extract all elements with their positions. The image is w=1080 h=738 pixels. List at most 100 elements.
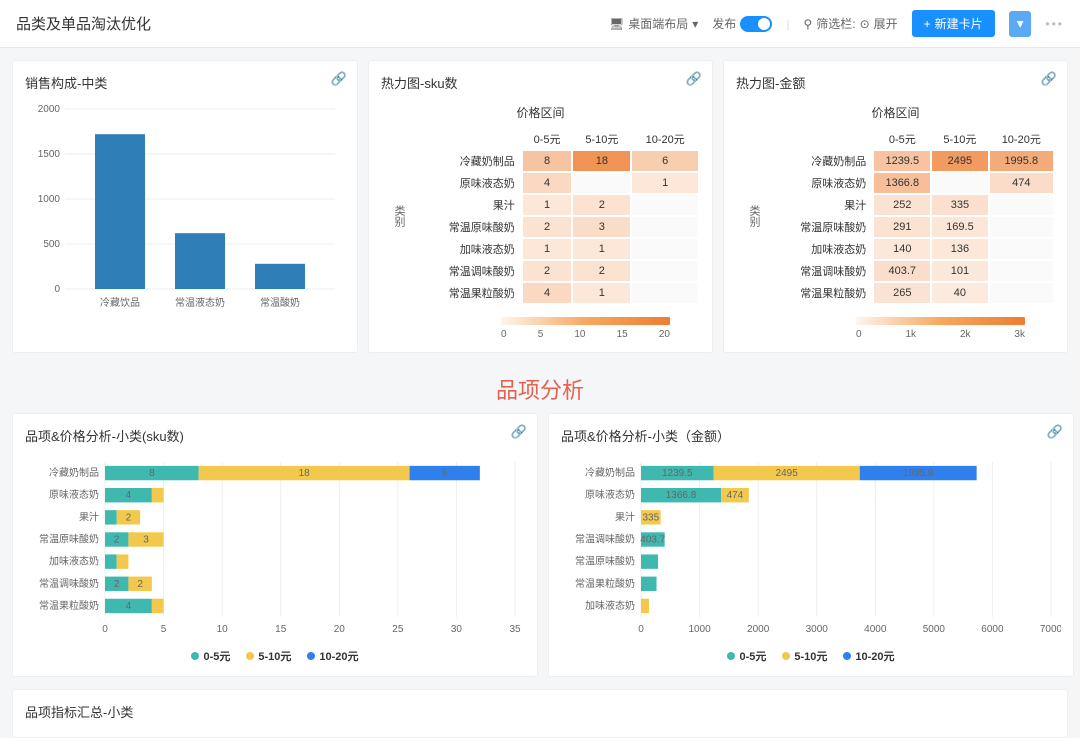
svg-text:冷藏奶制品: 冷藏奶制品 <box>585 466 635 479</box>
section-title: 品项分析 <box>0 365 1080 413</box>
svg-text:常温调味酸奶: 常温调味酸奶 <box>39 577 99 590</box>
chart-legend: 0-5元 5-10元 10-20元 <box>561 648 1061 664</box>
svg-text:1500: 1500 <box>38 149 61 160</box>
svg-text:常温果粒酸奶: 常温果粒酸奶 <box>575 577 635 590</box>
svg-text:474: 474 <box>727 490 744 501</box>
svg-text:10: 10 <box>217 624 229 635</box>
svg-text:2000: 2000 <box>747 624 770 635</box>
heatmap-col-header: 价格区间 <box>381 104 700 121</box>
heatmap-y-label: 类别 <box>391 205 407 227</box>
expand-icon: ⊙ <box>860 17 870 31</box>
color-scale-ticks: 05101520 <box>501 329 670 340</box>
filter-icon: ⚲ <box>803 17 812 31</box>
svg-text:冷藏饮品: 冷藏饮品 <box>100 296 140 309</box>
svg-text:1366.8: 1366.8 <box>666 490 697 501</box>
svg-text:2: 2 <box>126 512 132 523</box>
svg-text:果汁: 果汁 <box>615 510 635 523</box>
svg-text:1239.5: 1239.5 <box>662 468 693 479</box>
svg-text:35: 35 <box>509 624 521 635</box>
svg-text:4: 4 <box>126 490 132 501</box>
color-scale-ticks: 01k2k3k <box>856 329 1025 340</box>
svg-text:2: 2 <box>114 579 120 590</box>
svg-text:7000: 7000 <box>1040 624 1061 635</box>
svg-text:5: 5 <box>161 624 167 635</box>
svg-text:3: 3 <box>143 535 149 546</box>
link-icon[interactable]: 🔗 <box>1047 424 1063 440</box>
card-title: 热力图-金额 <box>736 73 1055 92</box>
new-card-dropdown[interactable]: ▾ <box>1009 11 1032 37</box>
svg-text:1995.8: 1995.8 <box>903 468 934 479</box>
svg-text:冷藏奶制品: 冷藏奶制品 <box>49 466 99 479</box>
heatmap-y-label: 类别 <box>746 205 762 227</box>
svg-text:335: 335 <box>642 512 659 523</box>
heatmap-col-header: 价格区间 <box>736 104 1055 121</box>
card-bar-mid-category: 🔗 销售构成-中类 0500100015002000冷藏饮品常温液态奶常温酸奶 <box>12 60 358 353</box>
more-menu[interactable]: ••• <box>1045 17 1064 31</box>
plus-icon: + <box>924 17 931 31</box>
toggle-on-icon[interactable] <box>740 16 772 32</box>
svg-text:30: 30 <box>451 624 463 635</box>
card-title: 品项&价格分析-小类（金额） <box>561 426 1061 445</box>
publish-toggle[interactable]: 发布 <box>712 15 772 32</box>
bar-chart: 0500100015002000冷藏饮品常温液态奶常温酸奶 <box>25 104 345 314</box>
card-stacked-sku: 🔗 品项&价格分析-小类(sku数) 05101520253035冷藏奶制品81… <box>12 413 538 677</box>
link-icon[interactable]: 🔗 <box>686 71 702 87</box>
svg-text:5000: 5000 <box>923 624 946 635</box>
link-icon[interactable]: 🔗 <box>1041 71 1057 87</box>
svg-text:403.7: 403.7 <box>640 535 665 546</box>
svg-text:3000: 3000 <box>806 624 829 635</box>
chevron-down-icon: ▾ <box>1017 16 1024 31</box>
svg-text:25: 25 <box>392 624 404 635</box>
card-grid-row2: 🔗 品项&价格分析-小类(sku数) 05101520253035冷藏奶制品81… <box>0 413 1080 689</box>
desktop-icon: 🖥 <box>609 17 624 31</box>
stacked-bar-chart: 01000200030004000500060007000冷藏奶制品1239.5… <box>561 457 1061 637</box>
svg-text:1000: 1000 <box>38 194 61 205</box>
svg-text:2000: 2000 <box>38 104 61 115</box>
card-heatmap-sku: 🔗 热力图-sku数 价格区间 类别 0-5元5-10元10-20元冷藏奶制品8… <box>368 60 713 353</box>
svg-text:4: 4 <box>126 601 132 612</box>
svg-text:6: 6 <box>442 468 448 479</box>
svg-text:0: 0 <box>54 284 60 295</box>
new-card-button[interactable]: + 新建卡片 <box>912 10 995 37</box>
svg-text:6000: 6000 <box>981 624 1004 635</box>
card-stacked-amount: 🔗 品项&价格分析-小类（金额） 01000200030004000500060… <box>548 413 1074 677</box>
filter-panel-toggle[interactable]: ⚲ 筛选栏: ⊙ 展开 <box>803 15 897 32</box>
svg-text:常温酸奶: 常温酸奶 <box>260 296 300 309</box>
svg-text:常温原味酸奶: 常温原味酸奶 <box>575 555 635 568</box>
link-icon[interactable]: 🔗 <box>511 424 527 440</box>
card-grid-row1: 🔗 销售构成-中类 0500100015002000冷藏饮品常温液态奶常温酸奶 … <box>0 48 1080 365</box>
svg-text:500: 500 <box>43 239 60 250</box>
card-title: 热力图-sku数 <box>381 73 700 92</box>
svg-text:2: 2 <box>114 535 120 546</box>
chart-legend: 0-5元 5-10元 10-20元 <box>25 648 525 664</box>
svg-text:常温原味酸奶: 常温原味酸奶 <box>39 533 99 546</box>
header-toolbar: 🖥 桌面端布局 ▾ 发布 | ⚲ 筛选栏: ⊙ 展开 + 新建卡片 ▾ ••• <box>609 10 1064 37</box>
svg-text:常温调味酸奶: 常温调味酸奶 <box>575 533 635 546</box>
svg-text:20: 20 <box>334 624 346 635</box>
svg-text:原味液态奶: 原味液态奶 <box>49 488 99 501</box>
card-title: 销售构成-中类 <box>25 73 345 92</box>
svg-text:2495: 2495 <box>776 468 799 479</box>
card-truncated: 品项指标汇总-小类 <box>12 689 1068 738</box>
app-header: 品类及单品淘汰优化 🖥 桌面端布局 ▾ 发布 | ⚲ 筛选栏: ⊙ 展开 + 新… <box>0 0 1080 48</box>
layout-selector[interactable]: 🖥 桌面端布局 ▾ <box>609 15 698 32</box>
svg-text:常温果粒酸奶: 常温果粒酸奶 <box>39 599 99 612</box>
svg-text:15: 15 <box>275 624 287 635</box>
svg-text:加味液态奶: 加味液态奶 <box>49 555 99 568</box>
svg-text:18: 18 <box>299 468 311 479</box>
svg-text:原味液态奶: 原味液态奶 <box>585 488 635 501</box>
stacked-bar-chart: 05101520253035冷藏奶制品8186原味液态奶4果汁2常温原味酸奶23… <box>25 457 525 637</box>
divider: | <box>786 17 789 31</box>
svg-text:加味液态奶: 加味液态奶 <box>585 599 635 612</box>
svg-text:4000: 4000 <box>864 624 887 635</box>
page-title: 品类及单品淘汰优化 <box>16 13 151 34</box>
link-icon[interactable]: 🔗 <box>331 71 347 87</box>
svg-text:8: 8 <box>149 468 155 479</box>
card-heatmap-amount: 🔗 热力图-金额 价格区间 类别 0-5元5-10元10-20元冷藏奶制品123… <box>723 60 1068 353</box>
svg-text:果汁: 果汁 <box>79 510 99 523</box>
chevron-down-icon: ▾ <box>692 17 698 31</box>
card-title: 品项指标汇总-小类 <box>25 702 1055 721</box>
heatmap-table: 0-5元5-10元10-20元冷藏奶制品8186原味液态奶41果汁12常温原味酸… <box>413 127 700 305</box>
svg-text:0: 0 <box>638 624 644 635</box>
color-scale <box>856 317 1025 325</box>
